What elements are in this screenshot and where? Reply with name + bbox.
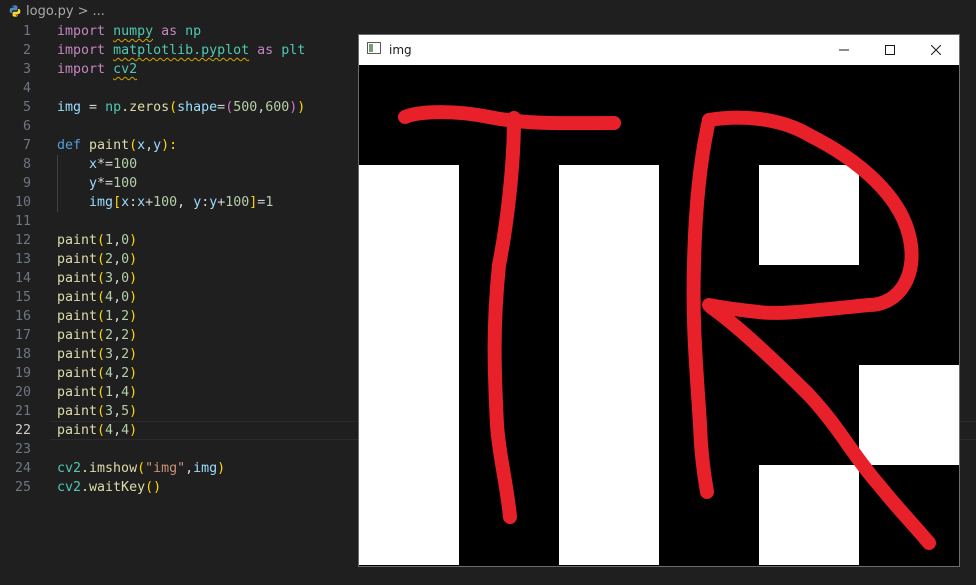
painted-cell: [859, 365, 959, 465]
breadcrumb-more[interactable]: ...: [93, 4, 105, 19]
line-number: 16: [14, 309, 31, 324]
line-number: 11: [14, 214, 31, 229]
line-number: 4: [22, 81, 31, 96]
code-text: paint(1,4): [57, 385, 138, 400]
code-text: def paint(x,y):: [57, 138, 178, 153]
painted-cell: [359, 165, 459, 265]
painted-cell: [559, 265, 659, 365]
line-number: 17: [14, 328, 31, 343]
code-text: cv2.imshow("img",img): [57, 461, 226, 476]
painted-cell: [559, 365, 659, 465]
code-text: import numpy as np: [57, 24, 202, 39]
painted-cell: [559, 465, 659, 565]
breadcrumb-file[interactable]: logo.py: [26, 4, 74, 19]
vscode-editor-screen: logo.py > ... 1 import numpy as np 2 import…: [0, 0, 976, 585]
painted-cell: [759, 165, 859, 265]
code-text: paint(3,2): [57, 347, 138, 362]
code-text: paint(3,0): [57, 271, 138, 286]
window-title: img: [389, 43, 412, 57]
line-number: 8: [22, 157, 31, 172]
line-number: 21: [14, 404, 31, 419]
line-number: 6: [22, 119, 31, 134]
line-number: 20: [14, 385, 31, 400]
line-number: 22: [14, 423, 31, 438]
code-text: paint(4,2): [57, 366, 138, 381]
breadcrumb: logo.py > ...: [8, 0, 105, 22]
line-number: 15: [14, 290, 31, 305]
line-number: 14: [14, 271, 31, 286]
painted-cell: [759, 465, 859, 565]
line-number: 3: [22, 62, 31, 77]
minimize-icon: [839, 49, 849, 51]
image-window-icon: [367, 42, 381, 54]
code-text: img = np.zeros(shape=(500,600)): [57, 100, 306, 115]
line-number: 5: [22, 100, 31, 115]
code-text: paint(4,4): [57, 423, 138, 438]
code-text: img[x:x+100, y:y+100]=1: [89, 195, 274, 210]
chevron-right-icon: >: [77, 3, 89, 19]
line-number: 1: [22, 24, 31, 39]
code-text: y*=100: [89, 176, 138, 191]
code-text: import cv2: [57, 62, 138, 77]
code-text: paint(3,5): [57, 404, 138, 419]
line-number: 23: [14, 442, 31, 457]
close-icon: [931, 45, 941, 55]
minimize-button[interactable]: [821, 35, 867, 65]
painted-cell: [359, 465, 459, 565]
line-number: 7: [22, 138, 31, 153]
code-text: x*=100: [89, 157, 138, 172]
line-number: 18: [14, 347, 31, 362]
code-text: paint(1,2): [57, 309, 138, 324]
line-number: 10: [14, 195, 31, 210]
window-titlebar[interactable]: img: [359, 35, 959, 65]
maximize-icon: [885, 45, 895, 55]
painted-cell: [359, 365, 459, 465]
line-number: 19: [14, 366, 31, 381]
line-number: 13: [14, 252, 31, 267]
code-text: paint(4,0): [57, 290, 138, 305]
code-text: paint(2,2): [57, 328, 138, 343]
image-canvas: [359, 65, 959, 565]
line-number: 9: [22, 176, 31, 191]
code-text: import matplotlib.pyplot as plt: [57, 43, 306, 58]
code-text: paint(2,0): [57, 252, 138, 267]
line-number: 25: [14, 480, 31, 495]
painted-cell: [359, 265, 459, 365]
python-file-icon: [9, 5, 21, 17]
image-window[interactable]: img: [358, 34, 960, 567]
line-number: 12: [14, 233, 31, 248]
code-text: paint(1,0): [57, 233, 138, 248]
close-button[interactable]: [913, 35, 959, 65]
line-number: 2: [22, 43, 31, 58]
line-number: 24: [14, 461, 31, 476]
code-text: cv2.waitKey(): [57, 480, 162, 495]
maximize-button[interactable]: [867, 35, 913, 65]
painted-cell: [559, 165, 659, 265]
